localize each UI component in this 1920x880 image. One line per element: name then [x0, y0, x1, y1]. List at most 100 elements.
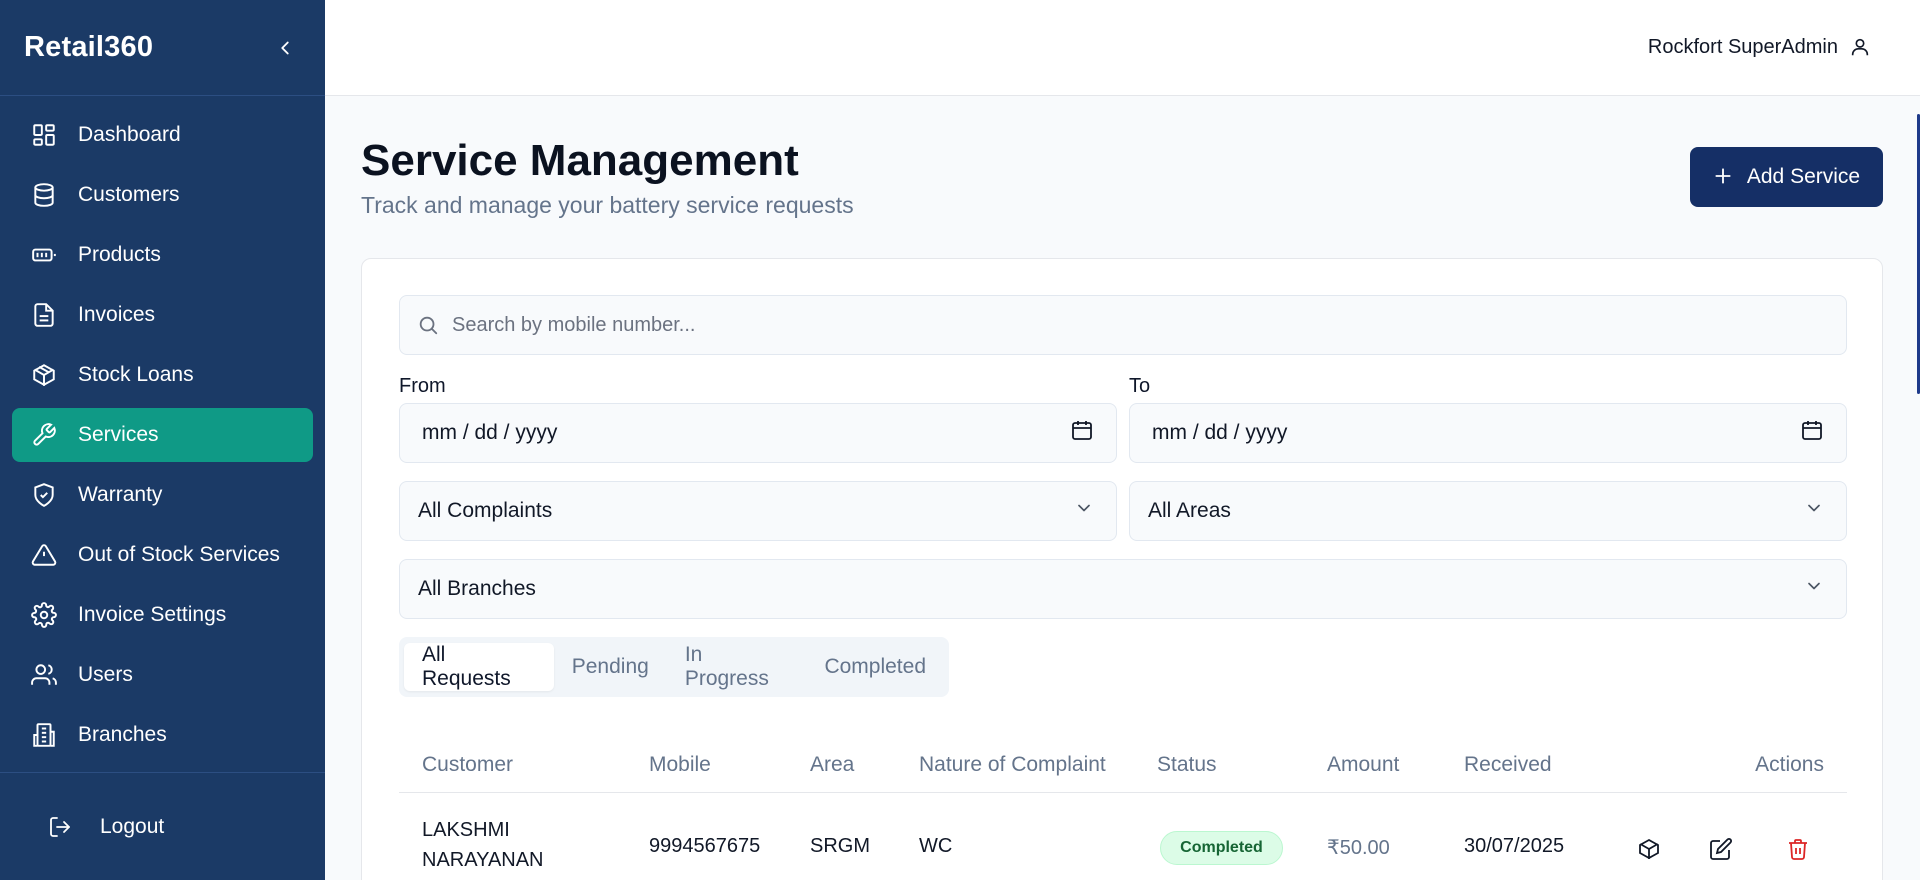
sidebar-item-customers[interactable]: Customers — [12, 168, 313, 222]
logout-icon — [46, 813, 74, 841]
mobile-cell: 9994567675 — [649, 835, 761, 857]
sidebar-item-services[interactable]: Services — [12, 408, 313, 462]
column-header-amount[interactable]: Amount — [1327, 753, 1399, 777]
branches-select[interactable]: All Branches — [399, 559, 1847, 619]
chevron-down-icon — [1074, 498, 1094, 524]
sidebar-footer: Logout — [0, 772, 325, 880]
complaint-cell: WC — [919, 835, 953, 857]
calendar-icon[interactable] — [1070, 418, 1094, 448]
sidebar-item-label: Warranty — [78, 483, 163, 506]
from-label: From — [399, 375, 446, 397]
topbar: Rockfort SuperAdmin — [325, 0, 1920, 96]
tab-all-requests[interactable]: All Requests — [404, 643, 554, 691]
edit-icon — [1710, 838, 1732, 860]
trash-icon — [1789, 839, 1807, 860]
tab-completed[interactable]: Completed — [806, 643, 944, 691]
collapse-sidebar-button[interactable] — [269, 32, 301, 64]
main-content: Service Management Track and manage your… — [325, 96, 1920, 880]
to-label: To — [1129, 375, 1151, 397]
column-header-complaint[interactable]: Nature of Complaint — [919, 753, 1106, 777]
package-icon — [30, 361, 58, 389]
sidebar-item-label: Customers — [78, 183, 180, 206]
package-icon — [1639, 838, 1659, 860]
sidebar-item-dashboard[interactable]: Dashboard — [12, 108, 313, 162]
column-header-status[interactable]: Status — [1157, 753, 1217, 777]
sidebar-nav: Dashboard Customers Products Invoices St… — [0, 96, 325, 762]
sidebar-item-users[interactable]: Users — [12, 648, 313, 702]
from-date-input[interactable]: mm / dd / yyyy — [399, 403, 1117, 463]
column-header-customer[interactable]: Customer — [422, 753, 513, 777]
battery-icon — [30, 241, 58, 269]
table-header: Customer Mobile Area Nature of Complaint… — [399, 733, 1847, 793]
column-header-area[interactable]: Area — [810, 753, 854, 777]
to-date-value: mm / dd / yyyy — [1152, 421, 1288, 444]
view-items-button[interactable] — [1635, 835, 1663, 863]
tab-pending[interactable]: Pending — [554, 643, 667, 691]
alert-triangle-icon — [30, 541, 58, 569]
shield-check-icon — [30, 481, 58, 509]
chevron-down-icon — [1804, 576, 1824, 602]
page-title: Service Management — [361, 136, 799, 185]
sidebar-item-invoice-settings[interactable]: Invoice Settings — [12, 588, 313, 642]
areas-select[interactable]: All Areas — [1129, 481, 1847, 541]
column-header-received[interactable]: Received — [1464, 753, 1552, 777]
complaints-select[interactable]: All Complaints — [399, 481, 1117, 541]
search-placeholder: Search by mobile number... — [452, 313, 696, 336]
areas-selected: All Areas — [1148, 499, 1231, 522]
edit-button[interactable] — [1707, 835, 1735, 863]
sidebar-header: Retail360 — [0, 0, 325, 96]
sidebar-item-label: Out of Stock Services — [78, 543, 280, 566]
add-service-button[interactable]: Add Service — [1690, 147, 1883, 207]
services-card: Search by mobile number... From To mm / … — [361, 258, 1883, 880]
sidebar-item-stock-loans[interactable]: Stock Loans — [12, 348, 313, 402]
logout-label: Logout — [100, 815, 165, 838]
chevron-down-icon — [1804, 498, 1824, 524]
sidebar-item-label: Users — [78, 663, 133, 686]
logout-button[interactable]: Logout — [46, 813, 164, 841]
database-icon — [30, 181, 58, 209]
sidebar-item-label: Branches — [78, 723, 167, 746]
user-icon — [1848, 35, 1872, 59]
page-subtitle: Track and manage your battery service re… — [361, 192, 854, 218]
brand-logo: Retail360 — [24, 31, 154, 63]
building-icon — [30, 721, 58, 749]
column-header-actions: Actions — [1755, 753, 1824, 776]
column-header-mobile[interactable]: Mobile — [649, 753, 711, 777]
dashboard-icon — [30, 121, 58, 149]
from-date-value: mm / dd / yyyy — [422, 421, 558, 444]
status-tabs: All Requests Pending In Progress Complet… — [399, 637, 949, 697]
users-icon — [30, 661, 58, 689]
search-input[interactable]: Search by mobile number... — [399, 295, 1847, 355]
complaints-selected: All Complaints — [418, 499, 553, 522]
table-row[interactable]: LAKSHMI NARAYANAN 9994567675 SRGM WC Com… — [399, 793, 1847, 880]
plus-icon — [1713, 163, 1733, 191]
sidebar-item-label: Invoice Settings — [78, 603, 227, 626]
tab-in-progress[interactable]: In Progress — [667, 643, 807, 691]
sidebar-item-label: Products — [78, 243, 161, 266]
sidebar-item-label: Stock Loans — [78, 363, 194, 386]
sidebar-item-label: Invoices — [78, 303, 156, 326]
document-icon — [30, 301, 58, 329]
search-icon — [416, 313, 440, 337]
sidebar-item-out-of-stock-services[interactable]: Out of Stock Services — [12, 528, 313, 582]
branches-selected: All Branches — [418, 577, 536, 600]
sidebar-item-branches[interactable]: Branches — [12, 708, 313, 762]
status-badge: Completed — [1160, 831, 1283, 865]
received-cell: 30/07/2025 — [1464, 835, 1565, 857]
area-cell: SRGM — [810, 835, 870, 857]
sidebar-item-products[interactable]: Products — [12, 228, 313, 282]
customer-name-line2: NARAYANAN — [422, 849, 544, 871]
customer-name-line1: LAKSHMI — [422, 819, 510, 841]
gear-icon — [30, 601, 58, 629]
calendar-icon[interactable] — [1800, 418, 1824, 448]
to-date-input[interactable]: mm / dd / yyyy — [1129, 403, 1847, 463]
amount-cell: ₹50.00 — [1327, 837, 1390, 859]
add-service-label: Add Service — [1746, 165, 1861, 188]
wrench-icon — [30, 421, 58, 449]
delete-button[interactable] — [1784, 835, 1812, 863]
user-menu[interactable]: Rockfort SuperAdmin — [1648, 35, 1872, 59]
sidebar-item-invoices[interactable]: Invoices — [12, 288, 313, 342]
sidebar: Retail360 Dashboard Customers Products I… — [0, 0, 325, 880]
sidebar-item-label: Services — [78, 423, 159, 446]
sidebar-item-warranty[interactable]: Warranty — [12, 468, 313, 522]
